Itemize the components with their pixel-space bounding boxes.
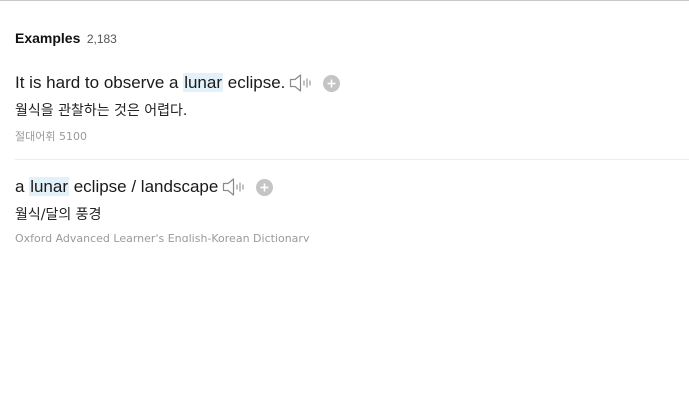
example-sentence: It is hard to observe a lunar eclipse. (15, 73, 285, 93)
example-item: It is hard to observe a lunar eclipse. 월… (15, 72, 689, 144)
sentence-text-after: eclipse / landscape (69, 177, 219, 196)
top-divider (0, 0, 689, 1)
add-to-wordbook-icon[interactable] (256, 178, 274, 196)
add-to-wordbook-icon[interactable] (323, 74, 341, 92)
sentence-text-after: eclipse. (223, 73, 286, 92)
example-sentence: a lunar eclipse / landscape (15, 177, 218, 197)
example-sentence-row: It is hard to observe a lunar eclipse. (15, 72, 689, 94)
example-translation: 월식/달의 풍경 (15, 207, 102, 223)
example-source[interactable]: Oxford Advanced Learner's English-Korean… (15, 232, 689, 242)
examples-title: Examples (15, 30, 81, 46)
example-divider (15, 159, 689, 160)
sentence-text-before: It is hard to observe a (15, 73, 184, 92)
examples-count: 2,183 (86, 32, 117, 46)
highlighted-word[interactable]: lunar (183, 73, 224, 92)
examples-header: Examples 2,183 (15, 30, 117, 48)
example-sentence-row: a lunar eclipse / landscape (15, 176, 689, 198)
speaker-icon[interactable] (289, 73, 313, 93)
speaker-icon[interactable] (222, 177, 246, 197)
highlighted-word[interactable]: lunar (29, 177, 69, 196)
example-translation: 월식을 관찰하는 것은 어렵다. (15, 103, 188, 119)
example-item: a lunar eclipse / landscape 월식/달의 풍경 Oxf… (15, 176, 689, 242)
sentence-text-before: a (15, 177, 30, 196)
example-source[interactable]: 절대어휘 5100 (15, 128, 689, 144)
